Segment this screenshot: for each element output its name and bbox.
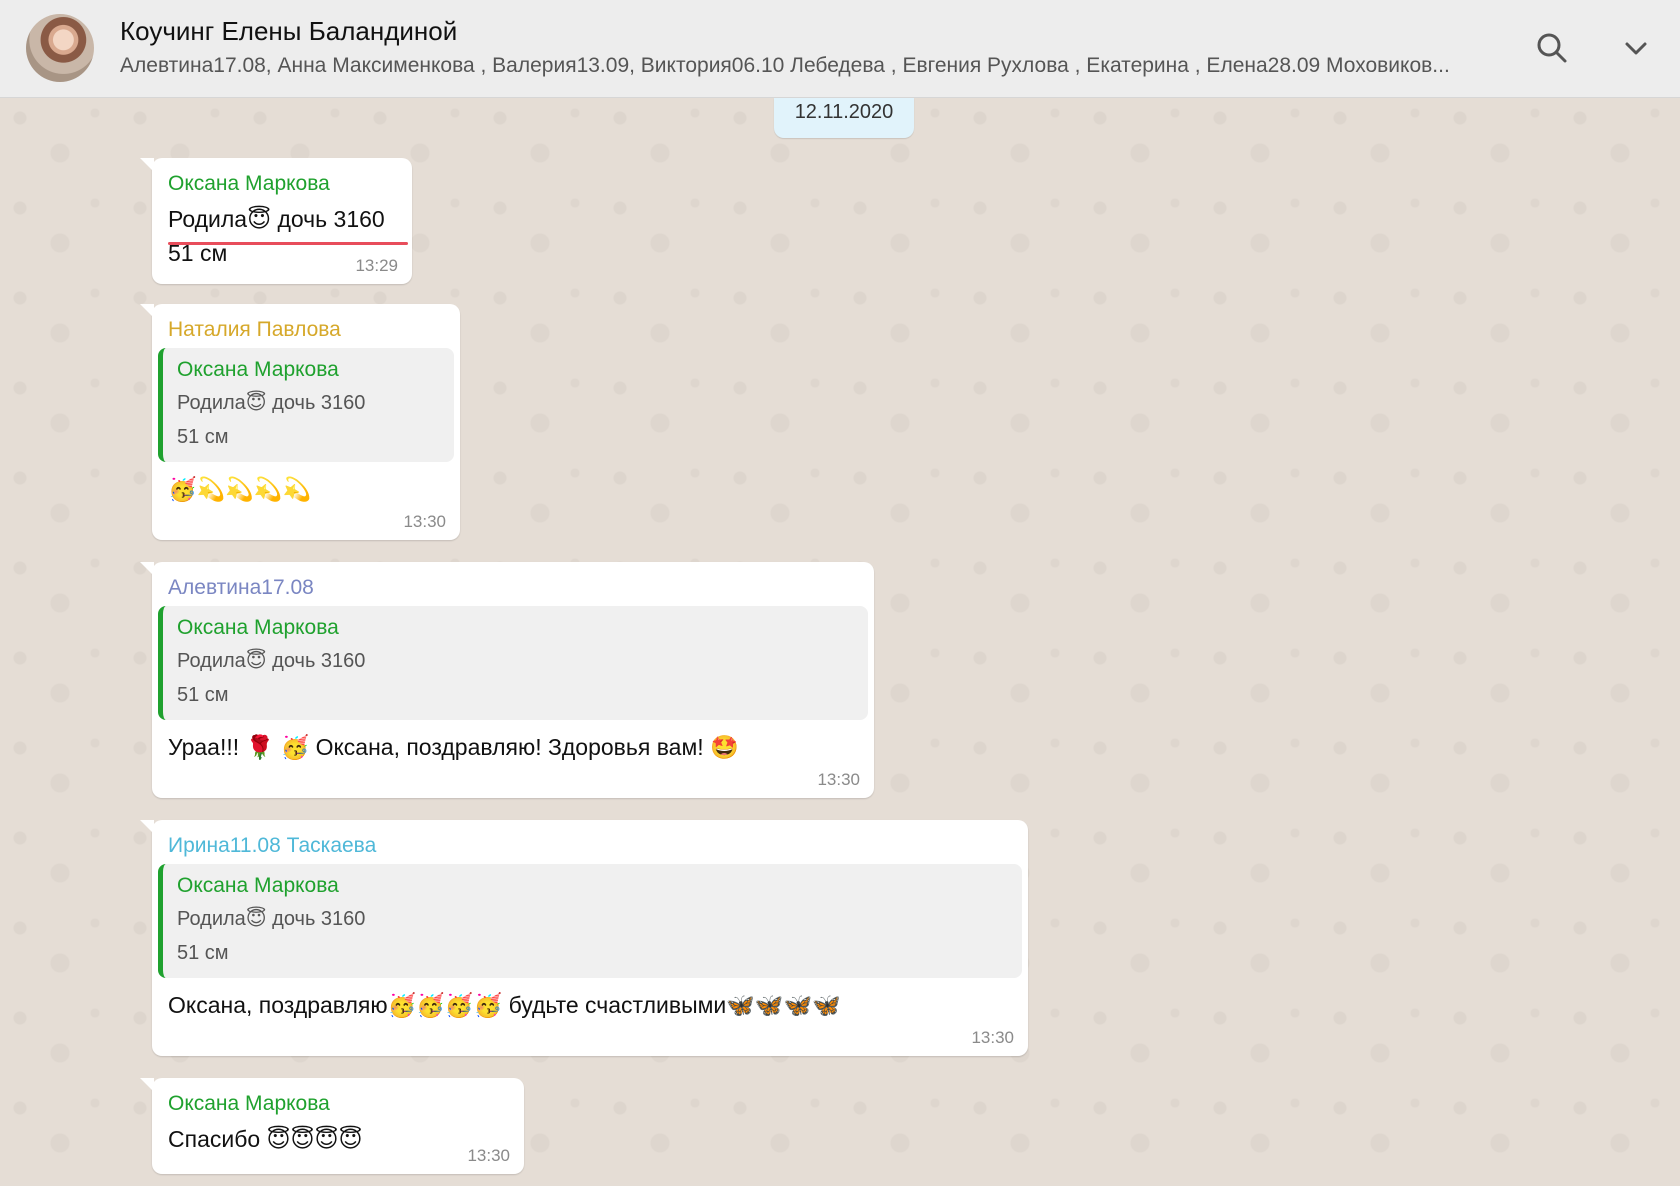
message-bubble[interactable]: Оксана Маркова Спасибо 😇😇😇😇 13:30: [140, 1078, 524, 1174]
quoted-text-line: 51 см: [177, 684, 229, 706]
quoted-sender: Оксана Маркова: [177, 616, 339, 639]
message-text-line: Родила😇 дочь 3160: [168, 206, 385, 232]
message-text: Спасибо 😇😇😇😇: [168, 1126, 363, 1152]
message-sender: Оксана Маркова: [168, 172, 330, 195]
message-sender: Оксана Маркова: [168, 1092, 330, 1115]
message-text: 🥳💫💫💫💫: [168, 476, 312, 502]
group-title[interactable]: Коучинг Елены Баландиной: [120, 16, 457, 47]
message-sender: Алевтина17.08: [168, 576, 314, 599]
message-time: 13:30: [817, 770, 860, 789]
message-bubble[interactable]: Ирина11.08 Таскаева Оксана Маркова Родил…: [140, 820, 1028, 1056]
quoted-text-line: Родила😇 дочь 3160: [177, 650, 366, 672]
quoted-text-line: 51 см: [177, 426, 229, 448]
quoted-sender: Оксана Маркова: [177, 874, 339, 897]
group-participants[interactable]: Алевтина17.08, Анна Максименкова , Валер…: [120, 54, 1490, 78]
message-time: 13:29: [355, 256, 398, 275]
group-avatar[interactable]: [26, 14, 94, 82]
message-sender: Ирина11.08 Таскаева: [168, 834, 377, 857]
search-icon[interactable]: [1532, 28, 1572, 68]
message-text: Оксана, поздравляю🥳🥳🥳🥳 будьте счастливым…: [168, 992, 841, 1018]
message-bubble[interactable]: Оксана Маркова Родила😇 дочь 3160 51 см 1…: [140, 158, 412, 284]
message-text: Ураа!!! 🌹 🥳 Оксана, поздравляю! Здоровья…: [168, 734, 739, 760]
message-time: 13:30: [467, 1146, 510, 1165]
message-time: 13:30: [403, 512, 446, 531]
chevron-down-icon[interactable]: [1616, 28, 1656, 68]
chat-header: Коучинг Елены Баландиной Алевтина17.08, …: [0, 0, 1680, 98]
message-bubble[interactable]: Наталия Павлова Оксана Маркова Родила😇 д…: [140, 304, 460, 540]
message-sender: Наталия Павлова: [168, 318, 341, 341]
chat-area[interactable]: 12.11.2020 Оксана Маркова Родила😇 дочь 3…: [0, 98, 1680, 1186]
quoted-message[interactable]: Оксана Маркова Родила😇 дочь 3160 51 см: [158, 606, 868, 720]
quoted-sender: Оксана Маркова: [177, 358, 339, 381]
quoted-text-line: Родила😇 дочь 3160: [177, 908, 366, 930]
message-bubble[interactable]: Алевтина17.08 Оксана Маркова Родила😇 доч…: [140, 562, 874, 798]
date-separator: 12.11.2020: [774, 98, 914, 138]
quoted-text-line: 51 см: [177, 942, 229, 964]
quoted-message[interactable]: Оксана Маркова Родила😇 дочь 3160 51 см: [158, 348, 454, 462]
quoted-text-line: Родила😇 дочь 3160: [177, 392, 366, 414]
quoted-message[interactable]: Оксана Маркова Родила😇 дочь 3160 51 см: [158, 864, 1022, 978]
message-time: 13:30: [971, 1028, 1014, 1047]
red-underline-annotation: [168, 242, 408, 245]
